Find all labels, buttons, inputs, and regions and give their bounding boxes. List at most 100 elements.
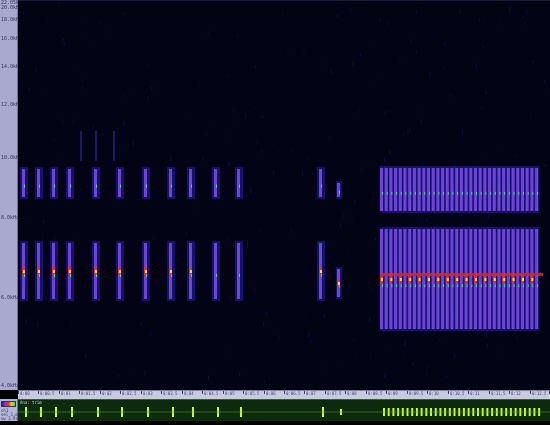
noise-speck bbox=[224, 76, 226, 78]
noise-speck bbox=[324, 313, 326, 318]
call-mark bbox=[417, 227, 423, 331]
waveform-canvas[interactable] bbox=[18, 400, 550, 421]
call-mark bbox=[398, 227, 404, 331]
noise-speck bbox=[263, 321, 265, 327]
call-mark bbox=[450, 166, 455, 213]
call-glint bbox=[523, 284, 524, 288]
call-glint bbox=[410, 284, 412, 288]
noise-speck bbox=[450, 94, 452, 97]
noise-speck bbox=[389, 150, 391, 154]
noise-speck bbox=[70, 324, 72, 327]
time-label: 0:01.5 bbox=[81, 391, 96, 396]
call-mark bbox=[478, 166, 484, 213]
call-mark bbox=[407, 166, 413, 213]
call-peak-hot bbox=[399, 278, 402, 281]
noise-speck bbox=[378, 333, 380, 335]
call-glint bbox=[537, 191, 539, 195]
call-glint bbox=[382, 284, 383, 288]
energy-band bbox=[381, 273, 543, 276]
noise-speck bbox=[369, 317, 370, 322]
time-ruler[interactable]: 0:00 0:00.5 0:01 0:01.5 0:02 0:02.5 0:03 0:03.5… bbox=[18, 390, 550, 399]
noise-speck bbox=[385, 346, 387, 349]
call-mark bbox=[440, 227, 446, 331]
call-core bbox=[144, 169, 147, 197]
noise-speck bbox=[348, 284, 350, 290]
time-label: 0:09.5 bbox=[409, 391, 424, 396]
call-glint bbox=[480, 284, 482, 288]
time-label: 0:06.5 bbox=[286, 391, 301, 396]
call-glint bbox=[239, 274, 240, 277]
call-peak-hot bbox=[512, 278, 515, 281]
frequency-label: 6.0kHz bbox=[1, 295, 20, 301]
call-mark bbox=[92, 241, 100, 301]
call-glint bbox=[24, 184, 25, 188]
call-glint bbox=[396, 191, 398, 195]
time-label: 0:11 bbox=[470, 391, 480, 396]
noise-speck bbox=[35, 67, 37, 72]
noise-speck bbox=[524, 22, 525, 24]
call-glint bbox=[146, 274, 147, 277]
noise-speck bbox=[501, 350, 503, 354]
noise-speck bbox=[42, 237, 43, 239]
noise-speck bbox=[516, 335, 518, 341]
time-tick bbox=[100, 391, 101, 394]
call-core bbox=[530, 168, 534, 211]
call-peak-hot bbox=[338, 282, 340, 285]
noise-speck bbox=[63, 42, 65, 47]
call-core bbox=[237, 243, 240, 299]
palette-swatch-icon[interactable] bbox=[1, 401, 16, 407]
noise-speck bbox=[353, 336, 355, 342]
noise-speck bbox=[230, 296, 232, 300]
call-mark bbox=[450, 227, 455, 331]
noise-speck bbox=[25, 216, 27, 218]
noise-speck bbox=[125, 260, 127, 263]
time-label: 0:01 bbox=[61, 391, 71, 396]
noise-speck bbox=[348, 253, 350, 255]
call-mark bbox=[384, 166, 390, 213]
call-glint bbox=[146, 184, 147, 188]
spectrogram-app: 22.05kHz 20.0kHz 18.0kHz 16.0kHz 14.0kHz 12… bbox=[0, 0, 550, 421]
call-core bbox=[469, 168, 473, 211]
time-label: 0:04.5 bbox=[204, 391, 219, 396]
call-mark bbox=[482, 166, 488, 213]
call-mark bbox=[167, 167, 175, 199]
time-tick bbox=[161, 391, 162, 394]
noise-speck bbox=[282, 13, 283, 15]
call-glint bbox=[485, 284, 487, 288]
noise-speck bbox=[125, 13, 126, 16]
call-glint bbox=[494, 191, 496, 195]
call-mark bbox=[529, 227, 535, 331]
call-mark bbox=[187, 241, 195, 301]
call-glint bbox=[405, 284, 407, 288]
call-glint bbox=[476, 284, 477, 288]
noise-speck bbox=[45, 171, 47, 175]
call-mark bbox=[454, 166, 460, 213]
noise-speck bbox=[444, 41, 446, 46]
time-label: 0:03.5 bbox=[163, 391, 178, 396]
call-glint bbox=[391, 191, 393, 195]
noise-speck bbox=[266, 312, 267, 316]
call-mark bbox=[520, 166, 526, 213]
time-tick bbox=[489, 391, 490, 394]
call-core bbox=[525, 229, 529, 329]
time-tick bbox=[304, 391, 305, 394]
call-core bbox=[384, 168, 388, 211]
time-tick bbox=[264, 391, 265, 394]
noise-speck bbox=[544, 163, 546, 168]
time-tick bbox=[18, 391, 19, 394]
call-mark bbox=[388, 227, 394, 331]
call-mark bbox=[66, 241, 74, 301]
noise-speck bbox=[546, 85, 547, 90]
spectrogram-view[interactable] bbox=[18, 0, 550, 390]
spectrogram-canvas[interactable] bbox=[18, 1, 550, 390]
noise-speck bbox=[454, 353, 456, 358]
noise-speck bbox=[485, 154, 487, 157]
call-core bbox=[118, 169, 121, 197]
call-core bbox=[94, 169, 97, 197]
call-glint bbox=[70, 184, 71, 188]
call-mark bbox=[529, 166, 535, 213]
noise-speck bbox=[486, 343, 488, 349]
call-glint bbox=[424, 191, 426, 195]
waveform-overview[interactable]: Ana: trim bbox=[18, 399, 550, 421]
call-glint bbox=[466, 284, 468, 288]
